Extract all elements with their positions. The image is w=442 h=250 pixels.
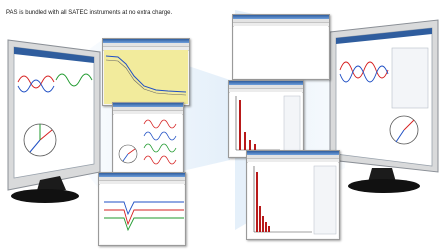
background-graphics bbox=[7, 10, 439, 230]
right-monitor-base bbox=[348, 179, 420, 193]
pas-window-harmonics bbox=[246, 150, 340, 240]
left-monitor bbox=[7, 39, 101, 203]
pas-window-waveforms bbox=[112, 102, 184, 176]
pas-window-trend bbox=[102, 38, 190, 106]
right-monitor bbox=[329, 19, 439, 193]
pas-window-events bbox=[98, 172, 186, 246]
pas-window-data-table bbox=[232, 14, 330, 80]
left-monitor-base bbox=[11, 189, 79, 203]
pas-window-spectrum bbox=[228, 80, 304, 158]
